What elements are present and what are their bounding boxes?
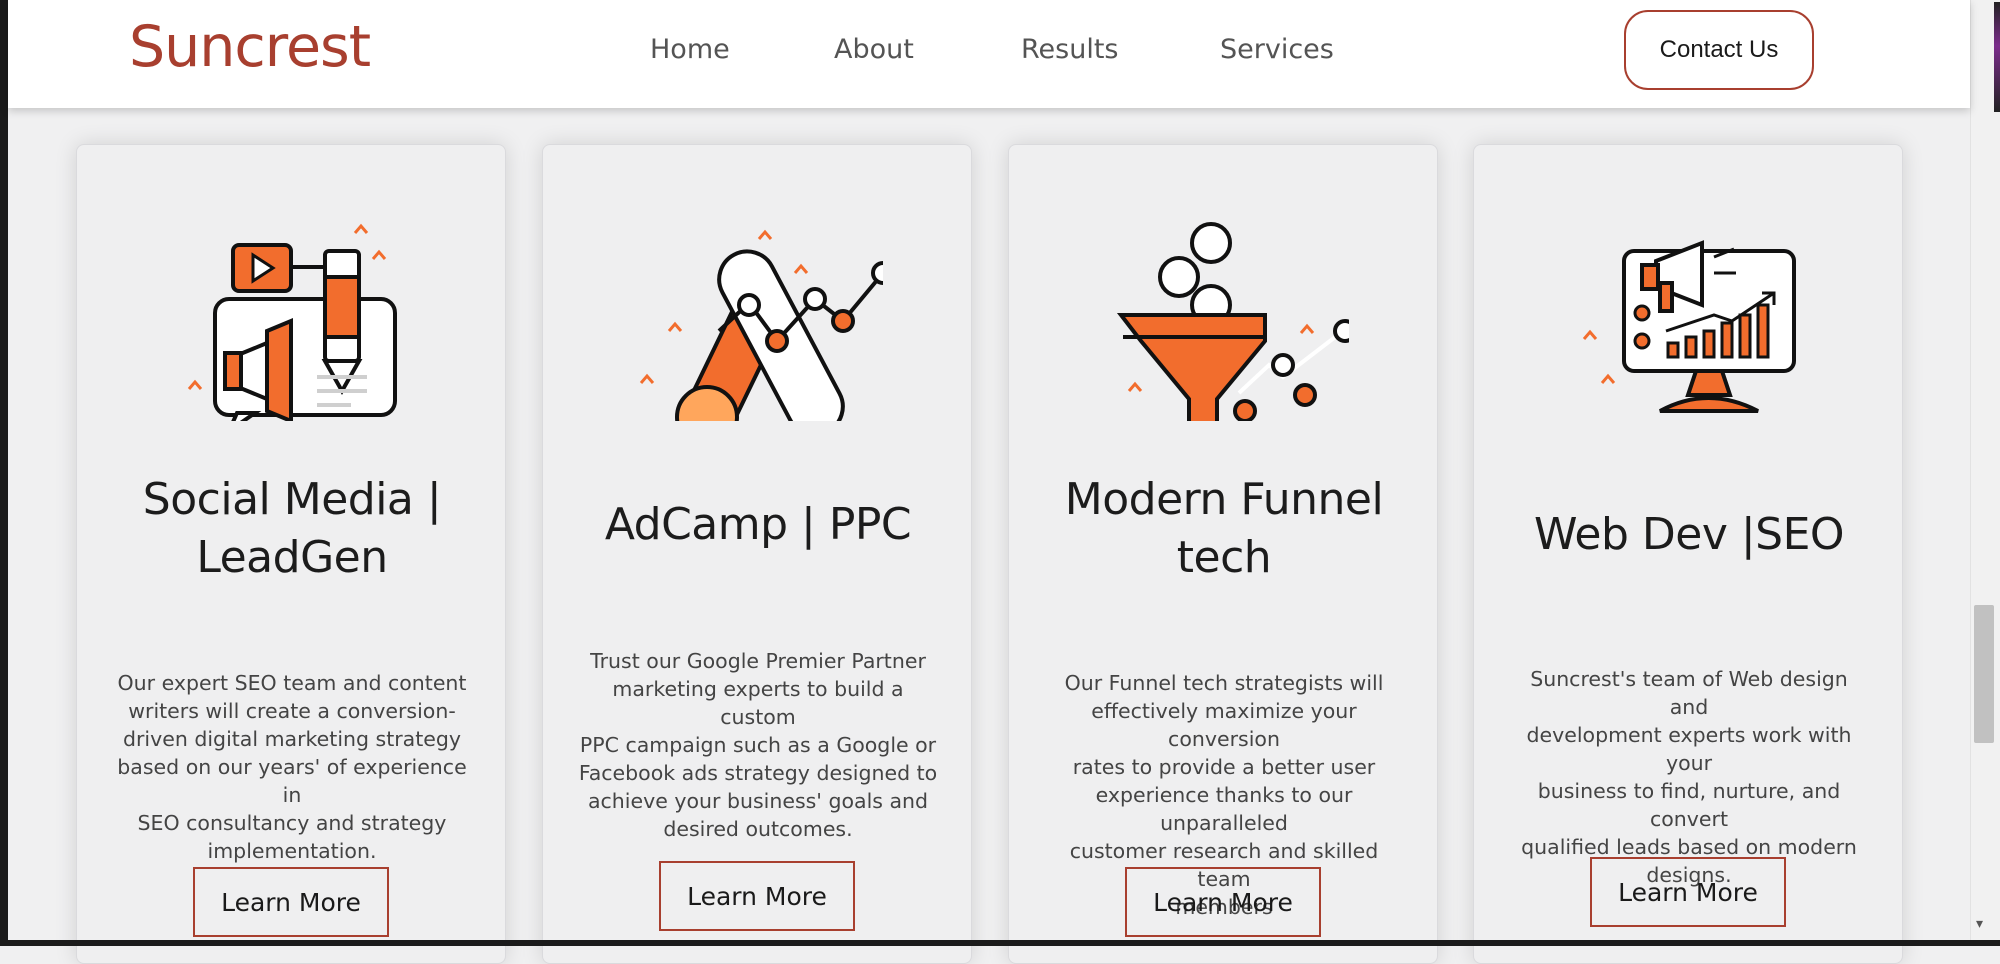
learn-more-button[interactable]: Learn More (1125, 867, 1321, 937)
desc-line: based on our years' of experience in (117, 755, 467, 807)
nav-about-link[interactable]: About (834, 34, 914, 65)
service-card-webdev: Web Dev |SEO Suncrest's team of Web desi… (1473, 144, 1903, 964)
google-ads-chart-icon (639, 229, 883, 421)
card-title: Social Media | LeadGen (97, 471, 487, 587)
card-description: Trust our Google Premier Partner marketi… (578, 647, 938, 843)
learn-more-button[interactable]: Learn More (659, 861, 855, 931)
card-title-line: AdCamp | PPC (604, 499, 912, 550)
desc-line: SEO consultancy and strategy (137, 811, 447, 835)
social-media-megaphone-icon (187, 223, 397, 421)
desc-line: PPC campaign such as a Google or (579, 733, 937, 757)
brand-logo[interactable]: Suncrest (129, 14, 371, 80)
scrollbar-thumb[interactable] (1974, 605, 1994, 743)
desc-line: writers will create a conversion- (128, 699, 456, 723)
learn-more-button[interactable]: Learn More (1590, 857, 1786, 927)
card-title: AdCamp | PPC (563, 496, 953, 554)
desc-line: rates to provide a better user (1072, 755, 1376, 779)
service-card-funnel: $ Modern Funnel tech Our Funnel tech str… (1008, 144, 1438, 964)
desc-line: driven digital marketing strategy (122, 727, 462, 751)
monitor-growth-icon (1582, 240, 1796, 413)
nav-results-link[interactable]: Results (1021, 34, 1119, 65)
learn-more-button[interactable]: Learn More (193, 867, 389, 937)
card-title-line: Web Dev |SEO (1533, 509, 1845, 560)
card-title-line: tech (1176, 532, 1272, 583)
site-header: Suncrest Home About Results Services Con… (8, 0, 1970, 108)
desc-line: Our expert SEO team and content (117, 671, 467, 695)
desc-line: implementation. (207, 839, 377, 863)
contact-us-button[interactable]: Contact Us (1624, 10, 1814, 90)
desc-line: Our Funnel tech strategists will (1064, 671, 1384, 695)
nav-home-link[interactable]: Home (650, 34, 730, 65)
card-description: Our expert SEO team and content writers … (112, 669, 472, 865)
desc-line: business to find, nurture, and convert (1537, 779, 1841, 831)
service-card-social-media: Social Media | LeadGen Our expert SEO te… (76, 144, 506, 964)
vertical-scrollbar[interactable] (1970, 0, 2000, 940)
desc-line: Facebook ads strategy designed to (578, 761, 938, 785)
desc-line: development experts work with your (1526, 723, 1852, 775)
card-title-line: LeadGen (196, 532, 388, 583)
window-frame-left (0, 0, 8, 946)
card-description: Suncrest's team of Web design and develo… (1509, 665, 1869, 889)
funnel-conversion-icon: $ (1116, 222, 1349, 421)
window-edge-decoration (1994, 2, 2000, 112)
desc-line: desired outcomes. (663, 817, 853, 841)
desc-line: experience thanks to our unparalleled (1095, 783, 1353, 835)
desc-line: marketing experts to build a custom (612, 677, 904, 729)
card-title: Web Dev |SEO (1494, 506, 1884, 564)
desc-line: achieve your business' goals and (587, 789, 929, 813)
card-title: Modern Funnel tech (1029, 471, 1419, 587)
window-frame-bottom (0, 940, 2000, 946)
nav-services-link[interactable]: Services (1220, 34, 1334, 65)
service-card-adcamp: AdCamp | PPC Trust our Google Premier Pa… (542, 144, 972, 964)
desc-line: Suncrest's team of Web design and (1530, 667, 1848, 719)
scroll-down-arrow-icon[interactable]: ▾ (1976, 915, 1983, 932)
desc-line: Trust our Google Premier Partner (590, 649, 926, 673)
card-title-line: Modern Funnel (1064, 474, 1384, 525)
card-title-line: Social Media | (142, 474, 442, 525)
desc-line: effectively maximize your conversion (1091, 699, 1357, 751)
